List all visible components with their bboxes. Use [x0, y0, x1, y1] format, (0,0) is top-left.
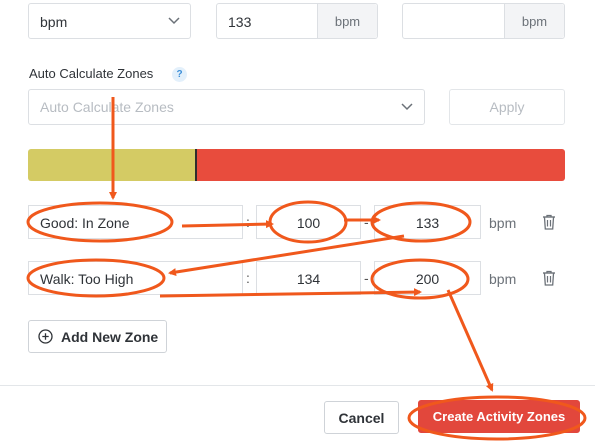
zone-name-input[interactable]: Good: In Zone — [28, 205, 243, 239]
annotation-arrow-down-2 — [446, 289, 494, 392]
cancel-button[interactable]: Cancel — [324, 401, 399, 434]
auto-calc-select[interactable]: Auto Calculate Zones — [28, 89, 425, 125]
zone-to-text: 200 — [415, 271, 440, 287]
zone-unit: bpm — [489, 271, 517, 287]
chevron-down-icon — [168, 17, 180, 25]
zone-from-text: 134 — [296, 271, 321, 287]
zone-name-text: Walk: Too High — [40, 271, 134, 287]
create-activity-zones-button[interactable]: Create Activity Zones — [418, 400, 580, 433]
zone-colon: : — [246, 214, 250, 230]
zone-unit: bpm — [489, 215, 517, 231]
zone-dash: - — [364, 214, 369, 230]
zone-to-input[interactable]: 133 — [374, 205, 481, 239]
zone-from-input[interactable]: 134 — [256, 261, 361, 295]
value-input[interactable]: 133 bpm — [216, 3, 378, 39]
empty-value-input[interactable]: bpm — [402, 3, 565, 39]
empty-unit-addon: bpm — [504, 4, 564, 38]
zone-from-input[interactable]: 100 — [256, 205, 361, 239]
zone-name-text: Good: In Zone — [40, 215, 130, 231]
zone-name-input[interactable]: Walk: Too High — [28, 261, 243, 295]
apply-button[interactable]: Apply — [449, 89, 565, 125]
trash-icon[interactable] — [542, 214, 556, 230]
help-icon[interactable]: ? — [172, 67, 187, 82]
value-input-text: 133 — [228, 14, 252, 30]
zone-bar — [28, 149, 565, 181]
auto-calc-placeholder: Auto Calculate Zones — [40, 99, 174, 115]
zone-to-input[interactable]: 200 — [374, 261, 481, 295]
trash-icon[interactable] — [542, 270, 556, 286]
zone-bar-segment-good — [28, 149, 197, 181]
unit-select[interactable]: bpm — [28, 3, 191, 39]
footer-divider — [0, 385, 595, 386]
zone-from-text: 100 — [296, 215, 321, 231]
unit-select-value: bpm — [40, 14, 68, 30]
zone-colon: : — [246, 270, 250, 286]
auto-calc-label: Auto Calculate Zones — [29, 66, 154, 81]
zone-to-text: 133 — [415, 215, 440, 231]
zone-bar-segment-walk — [196, 149, 565, 181]
chevron-down-icon — [401, 103, 413, 111]
value-unit-addon: bpm — [317, 4, 377, 38]
add-new-zone-button[interactable]: Add New Zone — [28, 320, 167, 353]
zone-dash: - — [364, 270, 369, 286]
add-new-zone-label: Add New Zone — [61, 328, 159, 345]
plus-circle-icon — [38, 329, 53, 344]
